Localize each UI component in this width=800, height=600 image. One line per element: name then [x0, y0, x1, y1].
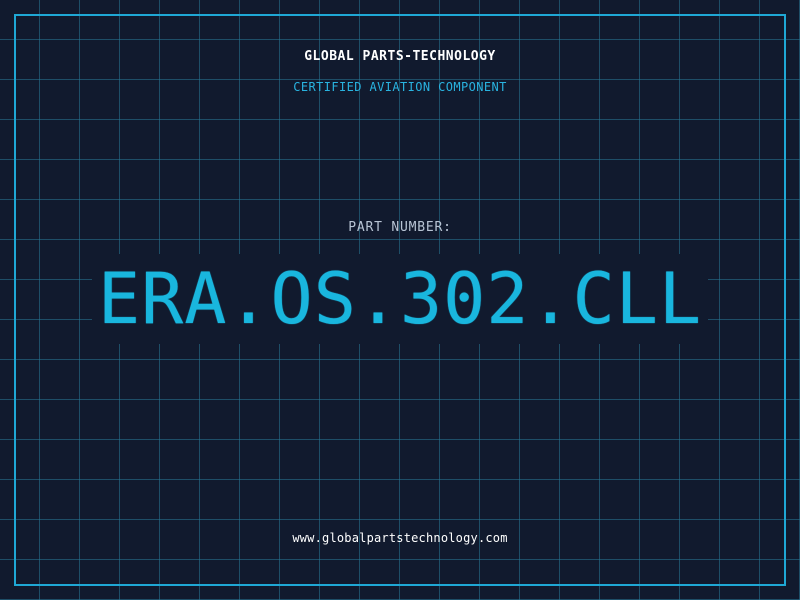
part-number-value: ERA.OS.302.CLL — [91, 254, 708, 344]
part-number-label: PART NUMBER: — [348, 220, 452, 235]
part-number-container: ERA.OS.302.CLL — [0, 254, 800, 354]
website-url: www.globalpartstechnology.com — [292, 531, 508, 545]
label-canvas: GLOBAL PARTS-TECHNOLOGY CERTIFIED AVIATI… — [0, 0, 800, 600]
brand-name: GLOBAL PARTS-TECHNOLOGY — [304, 49, 496, 64]
tagline: CERTIFIED AVIATION COMPONENT — [293, 80, 507, 94]
